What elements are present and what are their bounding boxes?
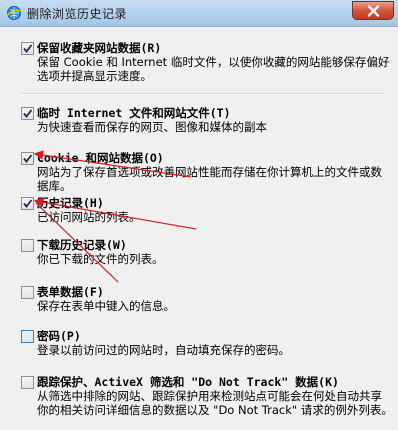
form-data-checkbox[interactable] — [21, 286, 34, 299]
cookies-checkbox[interactable] — [21, 152, 34, 165]
history-checkbox[interactable] — [21, 197, 34, 210]
tracking-description: 从筛选中排除的网站、跟踪保护用来检测站点可能会在何处自动共享你的相关访问详细信息… — [37, 389, 393, 417]
window-title: 删除浏览历史记录 — [27, 7, 128, 21]
checkmark-icon — [23, 109, 33, 118]
temp-files-label[interactable]: 临时 Internet 文件和网站文件(T) — [37, 105, 231, 121]
passwords-checkbox[interactable] — [21, 330, 34, 343]
history-label[interactable]: 历史记录(H) — [37, 195, 104, 211]
tracking-checkbox[interactable] — [21, 376, 34, 389]
passwords-description: 登录以前访问过的网站时，自动填充保存的密码。 — [37, 343, 290, 357]
checkmark-icon — [23, 199, 33, 208]
checkmark-icon — [23, 44, 33, 53]
checkmark-icon — [23, 154, 33, 163]
favorites-description: 保留 Cookie 和 Internet 临时文件，以使你收藏的网站能够保存偏好… — [37, 55, 390, 83]
close-button[interactable] — [352, 1, 394, 20]
temp-files-description: 为快速查看而保存的网页、图像和媒体的副本 — [37, 120, 267, 134]
favorites-label[interactable]: 保留收藏夹网站数据(R) — [37, 40, 161, 56]
close-icon — [367, 5, 380, 17]
separator — [20, 93, 384, 95]
history-description: 已访问网站的列表。 — [37, 210, 141, 224]
title-bar: 删除浏览历史记录 — [0, 0, 398, 27]
annotation-arrows — [33, 150, 197, 283]
passwords-label[interactable]: 密码(P) — [37, 328, 81, 344]
form-data-label[interactable]: 表单数据(F) — [37, 284, 104, 300]
form-data-description: 保存在表单中键入的信息。 — [37, 299, 175, 313]
ie-globe-icon — [6, 6, 21, 20]
downloads-checkbox[interactable] — [21, 239, 34, 252]
cookies-description: 网站为了保存首选项或改善网站性能而存储在你计算机上的文件或数据库。 — [37, 165, 382, 193]
tracking-label[interactable]: 跟踪保护、ActiveX 筛选和 "Do Not Track" 数据(K) — [37, 374, 339, 390]
downloads-label[interactable]: 下载历史记录(W) — [37, 237, 127, 253]
downloads-description: 你已下载的文件的列表。 — [37, 252, 164, 266]
dialog-content: 保留收藏夹网站数据(R) 保留 Cookie 和 Internet 临时文件，以… — [6, 27, 398, 430]
favorites-checkbox[interactable] — [21, 42, 34, 55]
cookies-label[interactable]: Cookie 和网站数据(O) — [37, 150, 164, 166]
temp-files-checkbox[interactable] — [21, 107, 34, 120]
